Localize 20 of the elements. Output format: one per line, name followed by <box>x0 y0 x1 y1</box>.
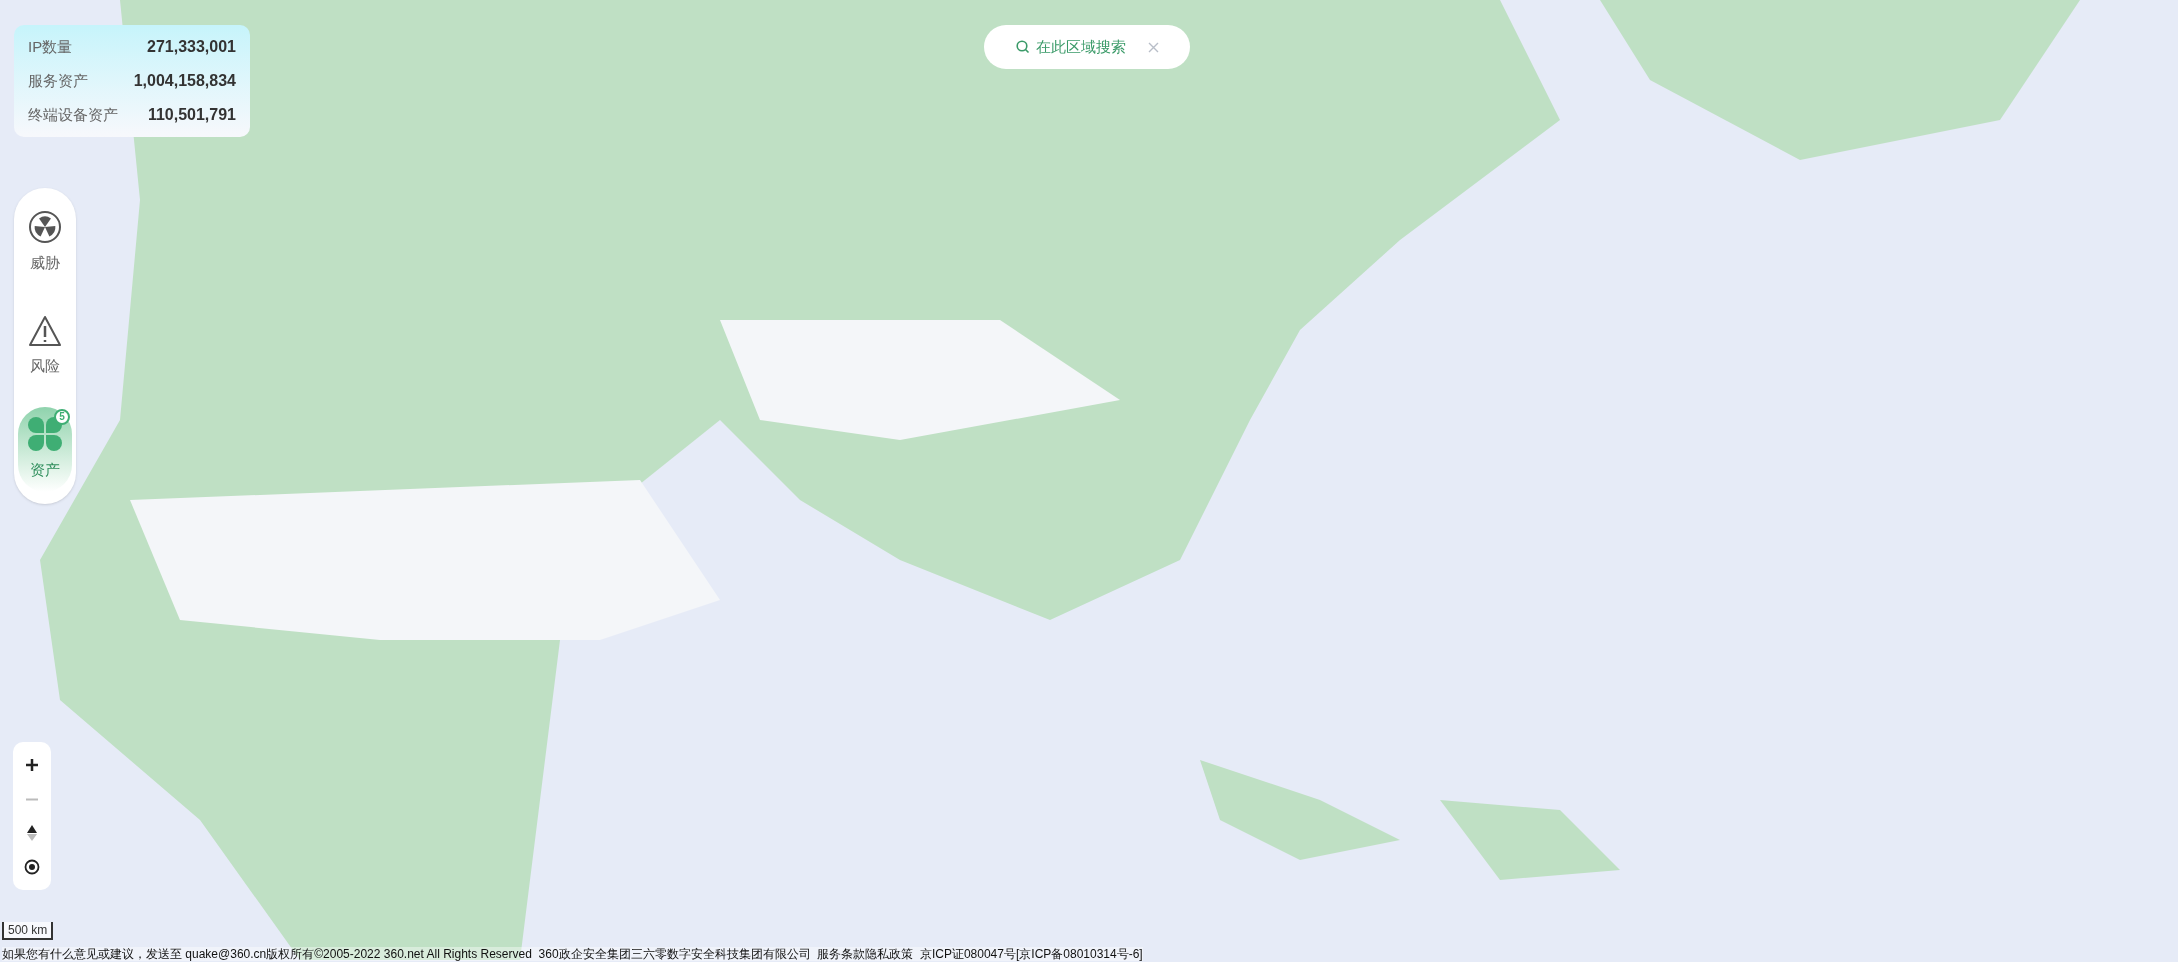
nav-tab[interactable]: 资产 5 <box>18 407 72 492</box>
stat-label: IP数量 <box>28 36 73 57</box>
warning-icon <box>28 314 62 347</box>
radiation-icon <box>28 210 62 244</box>
search-area-button[interactable]: 在此区域搜索 <box>984 25 1190 69</box>
compass-icon <box>27 825 37 841</box>
nav-tab[interactable]: 风险 <box>18 304 72 387</box>
stat-value: 1,004,158,834 <box>133 71 236 91</box>
stat-label: 终端设备资产 <box>28 104 118 125</box>
nav-tab[interactable]: 威胁 <box>18 200 72 285</box>
footer-text: 如果您有什么意见或建议，发送至 quake@360.cn版权所有©2005-2022 360.net All Rights Reserved 360政企安全集团三六零数字安全科技集团有限公司 服务条款隐私政策 京ICP证080047号[京ICP备08010314号-6] <box>2 947 1143 961</box>
stat-value: 271,333,001 <box>147 37 236 57</box>
locate-icon <box>24 859 40 875</box>
scale-label: 500 km <box>8 924 48 936</box>
minus-icon <box>25 797 39 801</box>
count-badge: 5 <box>54 409 70 425</box>
search-icon <box>1015 40 1030 54</box>
plus-icon <box>25 758 39 772</box>
stat-value: 110,501,791 <box>147 105 236 125</box>
stat-label: 服务资产 <box>28 70 88 91</box>
